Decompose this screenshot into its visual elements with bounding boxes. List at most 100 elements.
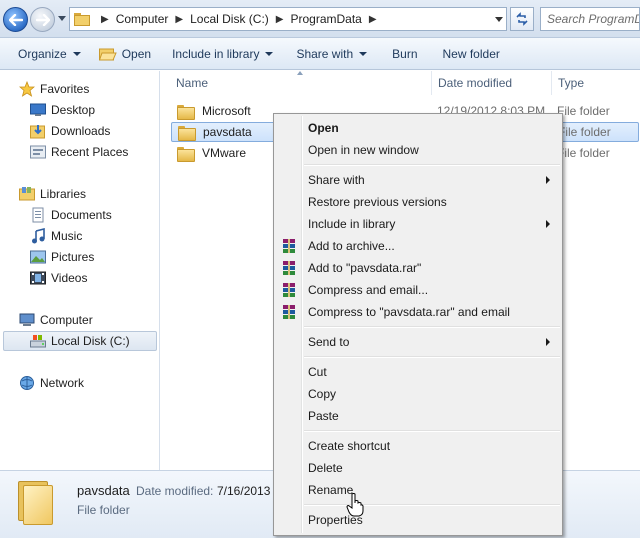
menu-item-label: Compress to "pavsdata.rar" and email (308, 305, 510, 319)
chevron-down-icon (359, 51, 368, 56)
documents-icon (32, 207, 44, 223)
music-icon (32, 228, 45, 244)
file-type: File folder (557, 104, 610, 118)
winrar-icon (283, 261, 295, 275)
breadcrumb[interactable]: ▶ Computer ▶ Local Disk (C:) ▶ ProgramDa… (69, 7, 507, 31)
menu-item-label: Open (308, 121, 339, 135)
menu-item-label: Copy (308, 387, 337, 401)
breadcrumb-programdata[interactable]: ProgramData (290, 12, 361, 26)
chevron-right-icon[interactable]: ▶ (276, 14, 284, 25)
column-header-date-modified[interactable]: Date modified (423, 71, 551, 95)
address-bar: ▶ Computer ▶ Local Disk (C:) ▶ ProgramDa… (0, 0, 640, 38)
nav-desktop[interactable]: Desktop (30, 100, 95, 120)
include-in-library-label: Include in library (172, 46, 260, 61)
command-bar: Organize Open Include in library Share w… (0, 38, 640, 70)
menu-item-add-to-archive[interactable]: Add to archive... (276, 235, 560, 257)
chevron-right-icon[interactable]: ▶ (369, 14, 377, 25)
menu-item-rename[interactable]: Rename (276, 479, 560, 501)
file-name: pavsdata (203, 125, 252, 139)
organize-label: Organize (18, 46, 67, 61)
nav-recent-places[interactable]: Recent Places (30, 142, 128, 162)
nav-documents[interactable]: Documents (30, 205, 112, 225)
file-name: Microsoft (202, 104, 251, 118)
menu-separator (304, 504, 560, 506)
menu-item-label: Include in library (308, 217, 396, 231)
burn-button[interactable]: Burn (376, 41, 426, 67)
open-button[interactable]: Open (90, 41, 160, 67)
winrar-icon (283, 305, 295, 319)
menu-item-compress-to-rar-and-email[interactable]: Compress to "pavsdata.rar" and email (276, 301, 560, 323)
back-button[interactable] (3, 7, 28, 32)
breadcrumb-local-disk[interactable]: Local Disk (C:) (190, 12, 269, 26)
folder-thumbnail-icon (18, 481, 54, 525)
menu-separator (304, 430, 560, 432)
column-header-name[interactable]: Name (161, 71, 431, 95)
menu-item-open-in-new-window[interactable]: Open in new window (276, 139, 560, 161)
address-history-dropdown[interactable] (491, 9, 507, 29)
libraries-icon (19, 187, 35, 201)
menu-item-create-shortcut[interactable]: Create shortcut (276, 435, 560, 457)
breadcrumb-computer[interactable]: Computer (116, 12, 169, 26)
computer-icon (19, 313, 35, 326)
folder-icon (178, 125, 196, 141)
nav-pictures-label: Pictures (51, 250, 95, 264)
recent-pages-dropdown[interactable] (58, 16, 66, 21)
chevron-down-icon (72, 51, 81, 56)
hard-drive-icon (30, 335, 46, 348)
menu-item-add-to-rar[interactable]: Add to "pavsdata.rar" (276, 257, 560, 279)
folder-icon (177, 146, 195, 162)
nav-libraries[interactable]: Libraries (19, 184, 86, 204)
nav-favorites[interactable]: Favorites (19, 79, 89, 99)
menu-item-copy[interactable]: Copy (276, 383, 560, 405)
network-icon (20, 376, 34, 390)
menu-item-open[interactable]: Open (276, 117, 560, 139)
menu-item-cut[interactable]: Cut (276, 361, 560, 383)
open-label: Open (121, 46, 152, 61)
nav-music[interactable]: Music (30, 226, 82, 246)
menu-item-restore-previous-versions[interactable]: Restore previous versions (276, 191, 560, 213)
forward-button[interactable] (30, 7, 55, 32)
column-date-label: Date modified (438, 76, 513, 90)
nav-computer[interactable]: Computer (19, 310, 93, 330)
menu-item-share-with[interactable]: Share with (276, 169, 560, 191)
chevron-down-icon (495, 16, 503, 22)
menu-item-label: Share with (308, 173, 365, 187)
context-menu: Open Open in new window Share with Resto… (273, 113, 563, 536)
menu-item-compress-and-email[interactable]: Compress and email... (276, 279, 560, 301)
chevron-right-icon[interactable]: ▶ (175, 14, 183, 25)
new-folder-button[interactable]: New folder (427, 41, 509, 67)
nav-videos[interactable]: Videos (30, 268, 87, 288)
refresh-button[interactable] (510, 7, 534, 31)
nav-local-disk[interactable]: Local Disk (C:) (3, 331, 157, 351)
menu-item-label: Compress and email... (308, 283, 429, 297)
forward-arrow-icon (35, 13, 50, 26)
menu-item-send-to[interactable]: Send to (276, 331, 560, 353)
nav-favorites-label: Favorites (40, 82, 90, 96)
nav-pictures[interactable]: Pictures (30, 247, 94, 267)
menu-item-delete[interactable]: Delete (276, 457, 560, 479)
search-input[interactable]: Search ProgramData (540, 7, 640, 31)
downloads-icon (30, 125, 45, 139)
refresh-icon (516, 12, 528, 26)
nav-downloads[interactable]: Downloads (30, 121, 110, 141)
menu-separator (304, 164, 560, 166)
menu-item-label: Open in new window (308, 143, 419, 157)
nav-desktop-label: Desktop (51, 103, 96, 117)
pictures-icon (30, 250, 46, 264)
submenu-arrow-icon (546, 338, 550, 346)
chevron-right-icon[interactable]: ▶ (101, 14, 109, 25)
nav-network[interactable]: Network (19, 373, 84, 393)
column-header-type[interactable]: Type (543, 71, 640, 95)
menu-item-properties[interactable]: Properties (276, 509, 560, 531)
menu-item-include-in-library[interactable]: Include in library (276, 213, 560, 235)
menu-item-paste[interactable]: Paste (276, 405, 560, 427)
file-name: VMware (202, 146, 247, 160)
menu-item-label: Delete (308, 461, 343, 475)
menu-item-label: Add to "pavsdata.rar" (308, 261, 422, 275)
share-with-button[interactable]: Share with (282, 41, 376, 67)
organize-button[interactable]: Organize (0, 41, 90, 67)
include-in-library-button[interactable]: Include in library (160, 41, 282, 67)
menu-item-label: Send to (308, 335, 350, 349)
nav-documents-label: Documents (51, 208, 112, 222)
menu-item-label: Add to archive... (308, 239, 395, 253)
